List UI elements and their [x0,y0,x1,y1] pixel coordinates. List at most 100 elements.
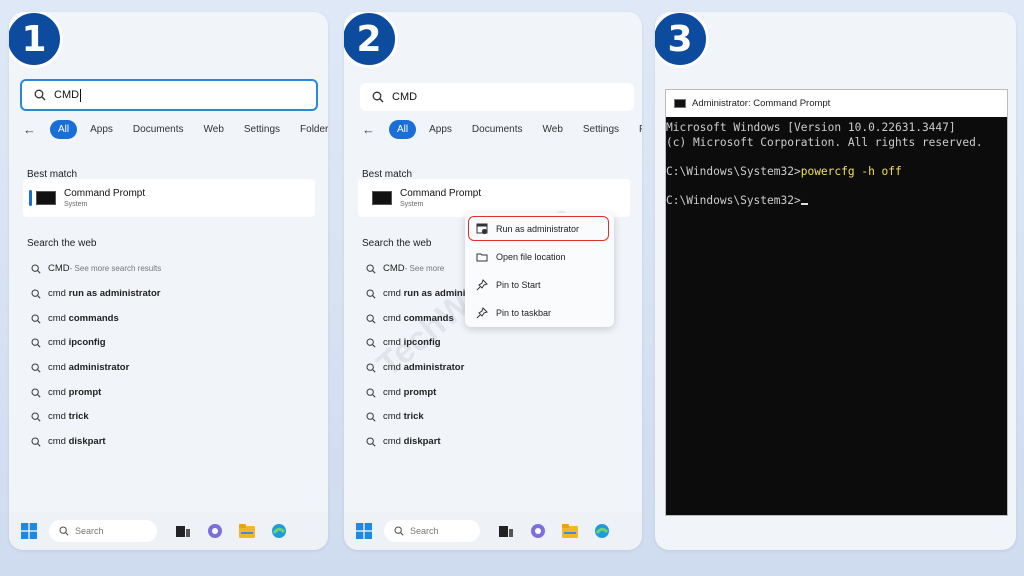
filter-documents[interactable]: Documents [126,120,191,139]
web-result-prefix: cmd [383,288,401,299]
web-result[interactable]: cmd run as administrator [31,288,160,299]
web-result[interactable]: cmd administrator [31,362,129,373]
web-result-prefix: cmd [48,337,66,348]
web-result-suggestion: diskpart [68,436,106,447]
web-result-hint: - See more [404,264,445,273]
search-query: CMD [54,89,80,101]
search-icon [366,263,376,274]
web-result[interactable]: cmd diskpart [31,436,106,447]
web-result-hint: - See more search results [69,264,162,273]
filter-web[interactable]: Web [536,120,570,139]
menu-item-open-file-location[interactable]: Open file location [476,251,566,263]
search-icon [366,337,376,348]
search-icon [366,288,376,299]
web-result-suggestion: prompt [68,387,102,398]
web-result-suggestion: ipconfig [68,337,106,348]
filter-settings[interactable]: Settings [237,120,287,139]
search-icon [366,313,376,324]
step-1-panel: 1 CMD ← All Apps Documents Web Settings … [9,12,328,550]
teams-chat-icon[interactable] [206,523,224,539]
taskbar: Search [344,512,642,550]
step-badge-1: 1 [9,12,63,68]
search-icon [34,89,46,101]
best-match-subtitle: System [64,201,88,208]
context-menu: Run as administrator Open file location … [465,213,614,327]
web-result[interactable]: cmd trick [366,411,424,422]
search-icon [31,362,41,373]
best-match-title: Command Prompt [400,188,482,199]
search-icon [366,362,376,373]
step-badge-2: 2 [344,12,398,68]
filter-web[interactable]: Web [197,120,231,139]
search-icon [366,411,376,422]
web-result[interactable]: cmd ipconfig [31,337,106,348]
web-result[interactable]: CMD - See more [366,263,444,274]
teams-chat-icon[interactable] [529,523,547,539]
terminal-command: powercfg -h off [800,164,902,178]
web-result[interactable]: CMD - See more search results [31,263,161,274]
search-input[interactable]: CMD [360,83,634,111]
command-prompt-icon [36,191,56,205]
edge-browser-icon[interactable] [270,523,288,539]
filter-apps[interactable]: Apps [422,120,459,139]
task-view-icon[interactable] [497,523,515,539]
command-prompt-icon [372,191,392,205]
web-result-prefix: cmd [383,411,401,422]
best-match-command-prompt[interactable]: Command Prompt System [23,179,315,217]
window-title-bar[interactable]: Administrator: Command Prompt [666,90,1007,117]
back-arrow-icon[interactable]: ← [362,122,375,137]
command-prompt-window[interactable]: Administrator: Command Prompt Microsoft … [665,89,1008,516]
web-result[interactable]: cmd trick [31,411,89,422]
best-match-subtitle: System [400,201,424,208]
best-match-command-prompt[interactable]: Command Prompt System [358,179,630,217]
selection-indicator [29,190,32,206]
window-title: Administrator: Command Prompt [692,98,831,109]
filter-apps[interactable]: Apps [83,120,120,139]
web-result-suggestion: prompt [403,387,437,398]
windows-start-icon[interactable] [356,523,372,539]
task-view-icon[interactable] [174,523,192,539]
search-icon [31,387,41,398]
web-result-prefix: cmd [48,362,66,373]
terminal-output[interactable]: Microsoft Windows [Version 10.0.22631.34… [666,117,1007,208]
search-query: CMD [392,91,418,103]
back-arrow-icon[interactable]: ← [23,122,36,137]
menu-item-pin-to-taskbar[interactable]: Pin to taskbar [476,307,551,319]
web-result-prefix: cmd [383,387,401,398]
web-result[interactable]: cmd diskpart [366,436,441,447]
file-explorer-icon[interactable] [238,523,256,539]
menu-item-run-as-administrator[interactable]: Run as administrator [476,223,579,235]
web-result-suggestion: trick [403,411,424,422]
filter-all[interactable]: All [389,120,417,139]
search-icon [31,313,41,324]
web-result-prefix: cmd [383,313,401,324]
edge-browser-icon[interactable] [593,523,611,539]
admin-shield-icon [476,223,488,235]
filter-folders[interactable]: Folders [632,120,642,139]
menu-item-label: Pin to Start [496,280,541,290]
web-result[interactable]: cmd prompt [366,387,436,398]
search-icon [31,411,41,422]
web-result[interactable]: cmd prompt [31,387,101,398]
file-explorer-icon[interactable] [561,523,579,539]
taskbar: Search [9,512,328,550]
menu-item-label: Open file location [496,252,566,262]
taskbar-search-placeholder: Search [75,526,104,536]
taskbar-search[interactable]: Search [384,520,480,542]
filter-settings[interactable]: Settings [576,120,626,139]
web-result[interactable]: cmd commands [31,313,119,324]
search-icon [372,91,384,103]
filter-folders[interactable]: Folders [293,120,328,139]
web-result-query: CMD [383,263,405,274]
search-input[interactable]: CMD [20,79,318,111]
web-result-prefix: cmd [383,436,401,447]
filter-all[interactable]: All [50,120,78,139]
taskbar-search[interactable]: Search [49,520,157,542]
command-prompt-icon [674,99,686,108]
filter-documents[interactable]: Documents [465,120,530,139]
terminal-cursor [800,202,808,205]
web-result-suggestion: administrator [68,362,130,373]
text-caret [80,88,82,102]
menu-item-pin-to-start[interactable]: Pin to Start [476,279,541,291]
windows-start-icon[interactable] [21,523,37,539]
